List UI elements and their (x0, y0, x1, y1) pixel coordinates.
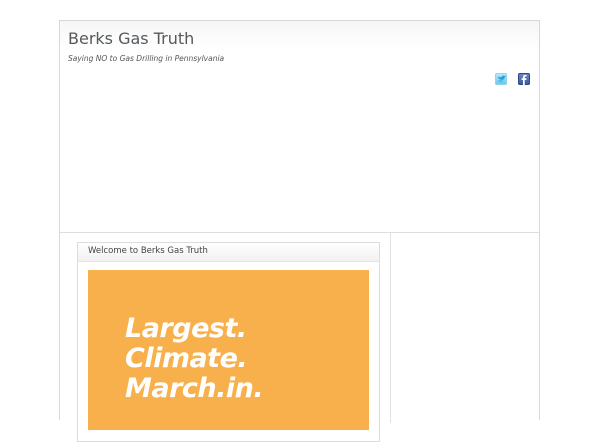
site-title-link[interactable]: Berks Gas Truth (68, 29, 194, 48)
poster-line-2: Climate. (125, 343, 248, 374)
site-header: Berks Gas Truth Saying NO to Gas Drillin… (60, 21, 539, 233)
page-container: Berks Gas Truth Saying NO to Gas Drillin… (59, 20, 540, 442)
sidebar (391, 233, 539, 423)
poster-line-1: Largest. (125, 313, 247, 344)
facebook-icon[interactable] (518, 73, 530, 85)
welcome-widget: Welcome to Berks Gas Truth Largest. Clim… (77, 242, 380, 442)
widget-title: Welcome to Berks Gas Truth (78, 243, 379, 262)
climate-march-poster[interactable]: Largest. Climate. March.in. (88, 270, 369, 430)
main-content: Welcome to Berks Gas Truth Largest. Clim… (60, 233, 391, 442)
twitter-icon[interactable] (495, 73, 507, 85)
site-description: Saying NO to Gas Drilling in Pennsylvani… (68, 54, 225, 63)
